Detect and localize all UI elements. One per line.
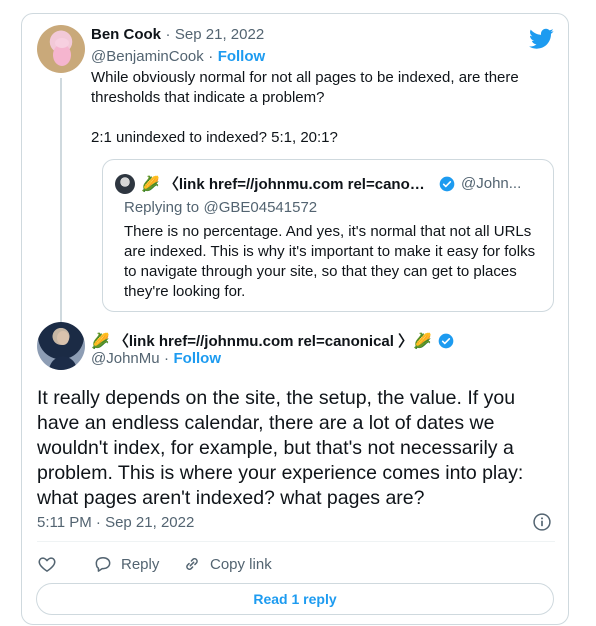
verified-badge-icon (438, 333, 454, 348)
main-text-line: problem. This is where your experience c… (37, 462, 524, 484)
read-reply-button[interactable]: Read 1 reply (36, 583, 554, 615)
quoted-author-line: 🌽 〈link href=//johnmu.com rel=canonical.… (115, 173, 543, 194)
reply-text-line: While obviously normal for not all pages… (91, 69, 519, 86)
quoted-tweet[interactable]: 🌽 〈link href=//johnmu.com rel=canonical.… (102, 159, 554, 312)
follow-button-johnmu[interactable]: Follow (174, 350, 222, 367)
reply-label: Reply (121, 555, 160, 573)
replying-to-line: Replying to @GBE04541572 (124, 199, 317, 217)
main-handle[interactable]: @JohnMu (91, 350, 160, 367)
quoted-avatar (115, 173, 135, 194)
main-text-line: have an endless calendar, there are a lo… (37, 412, 495, 434)
avatar-ben-cook[interactable] (37, 25, 85, 73)
main-author-line: 🌽 〈link href=//johnmu.com rel=canonical … (91, 330, 454, 351)
reply-text-line: 2:1 unindexed to indexed? 5:1, 20:1? (91, 129, 338, 146)
main-text-line: wouldn't index, for example, but that's … (37, 437, 514, 459)
quoted-text-line: they're looking for. (124, 283, 246, 300)
main-handle-line: @JohnMu · Follow (91, 350, 221, 368)
thread-connector-line (60, 78, 62, 322)
read-reply-label: Read 1 reply (253, 591, 337, 607)
quoted-text-line: There is no percentage. And yes, it's no… (124, 223, 532, 240)
main-text-line: what pages aren't indexed? what pages ar… (37, 487, 425, 509)
twitter-bird-icon[interactable] (529, 28, 554, 50)
quoted-text-line: to navigate through your site, so that t… (124, 263, 517, 280)
copy-link-label: Copy link (210, 555, 272, 573)
follow-button-ben[interactable]: Follow (218, 48, 266, 65)
divider (37, 541, 555, 542)
reply-author-line: Ben Cook · Sep 21, 2022 (91, 26, 264, 44)
quoted-text-line: are indexed. This is why it's important … (124, 243, 536, 260)
main-text-line: It really depends on the site, the setup… (37, 387, 516, 409)
main-timestamp[interactable]: 5:11 PM · Sep 21, 2022 (37, 514, 194, 531)
reply-text-line: thresholds that indicate a problem? (91, 89, 325, 106)
heart-icon (38, 557, 56, 572)
reply-button[interactable]: Reply (93, 554, 159, 574)
quoted-tweet-text: There is no percentage. And yes, it's no… (124, 222, 549, 302)
reply-author-name[interactable]: Ben Cook (91, 26, 161, 43)
verified-badge-icon (439, 176, 455, 191)
link-icon (186, 558, 198, 570)
copy-link-button[interactable]: Copy link (182, 554, 272, 574)
separator-dot: · (164, 350, 170, 367)
reply-handle-line: @BenjaminCook · Follow (91, 48, 265, 66)
quoted-author-name: 🌽 〈link href=//johnmu.com rel=canonical.… (141, 176, 433, 193)
replying-to-label: Replying to (124, 199, 200, 216)
reply-handle[interactable]: @BenjaminCook (91, 48, 204, 65)
separator-dot: · (208, 48, 214, 65)
info-icon[interactable] (532, 512, 552, 532)
reply-bubble-icon (95, 557, 111, 572)
like-button[interactable] (37, 554, 57, 574)
main-tweet-text: It really depends on the site, the setup… (37, 386, 557, 511)
embedded-tweet-card: Ben Cook · Sep 21, 2022 @BenjaminCook · … (21, 13, 569, 625)
reply-date[interactable]: Sep 21, 2022 (175, 26, 264, 43)
main-author-name[interactable]: 🌽 〈link href=//johnmu.com rel=canonical … (91, 330, 432, 351)
reply-tweet-text: While obviously normal for not all pages… (91, 68, 551, 148)
quoted-handle: @John... (461, 175, 522, 192)
separator-dot: · (165, 26, 171, 43)
replying-to-handle: @GBE04541572 (203, 199, 318, 216)
avatar-johnmu[interactable] (37, 322, 85, 370)
